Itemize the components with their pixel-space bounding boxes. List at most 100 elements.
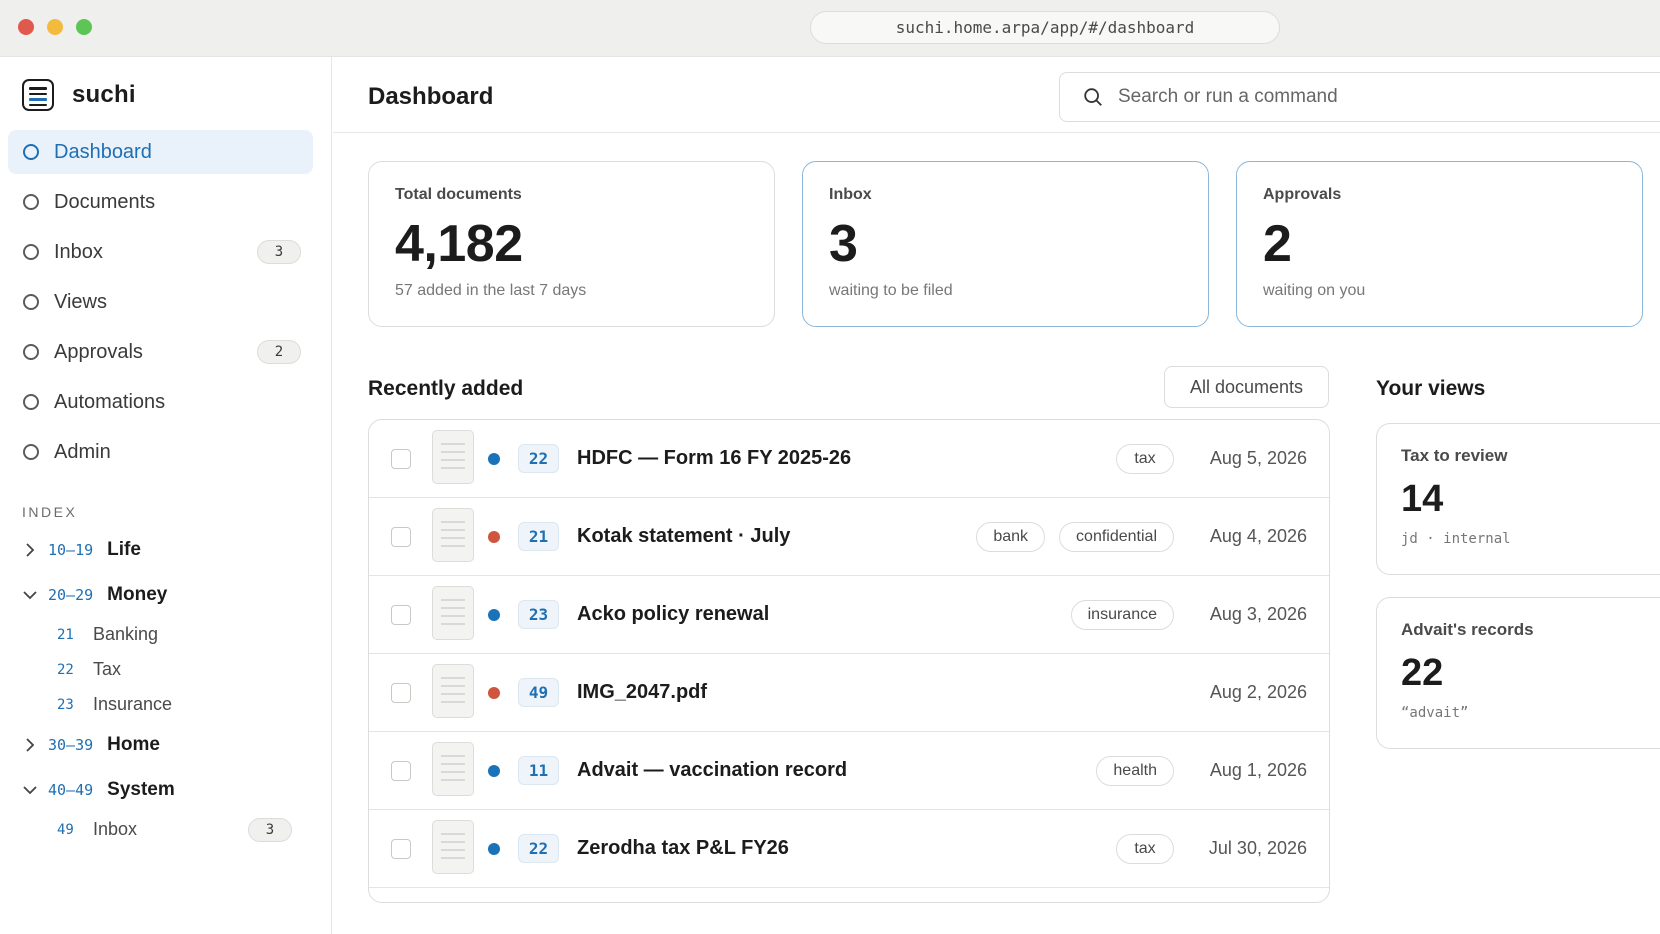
tag-chip[interactable]: tax xyxy=(1116,833,1174,864)
tag-chip[interactable]: tax xyxy=(1116,443,1174,474)
status-dot xyxy=(488,764,500,777)
index-heading: INDEX xyxy=(22,504,78,520)
stat-card-total-documents[interactable]: Total documents 4,182 57 added in the last… xyxy=(368,161,775,327)
stat-card-inbox[interactable]: Inbox 3 waiting to be filed xyxy=(802,161,1209,327)
category-code: 49 xyxy=(57,821,74,838)
index-area-home[interactable]: 30–39 Home xyxy=(22,722,312,767)
category-code-badge: 11 xyxy=(518,756,559,785)
your-views-heading: Your views xyxy=(1376,377,1486,400)
document-row[interactable]: 23 Acko policy renewal insurance Aug 3, 202… xyxy=(369,576,1329,654)
nav-item-inbox[interactable]: Inbox 3 xyxy=(8,230,313,274)
document-title[interactable]: Zerodha tax P&L FY26 xyxy=(577,837,789,860)
category-code-badge: 22 xyxy=(518,444,559,473)
circle-icon xyxy=(23,194,39,210)
view-count: 22 xyxy=(1401,652,1444,694)
view-title: Advait's records xyxy=(1401,620,1534,639)
document-title[interactable]: IMG_2047.pdf xyxy=(577,681,707,704)
area-range: 20–29 xyxy=(48,585,94,604)
search-input[interactable] xyxy=(1118,86,1618,108)
row-checkbox[interactable] xyxy=(391,682,411,703)
area-name: Home xyxy=(107,733,160,755)
nav-item-approvals[interactable]: Approvals 2 xyxy=(8,330,313,374)
category-code: 23 xyxy=(57,696,74,713)
index-category-insurance[interactable]: 23 Insurance xyxy=(22,687,312,722)
index-category-banking[interactable]: 21 Banking xyxy=(22,617,312,652)
row-checkbox[interactable] xyxy=(391,760,411,781)
document-title[interactable]: Advait — vaccination record xyxy=(577,759,847,782)
category-name: Tax xyxy=(93,659,122,679)
view-card-advait-s-records[interactable]: Advait's records 22 “advait” xyxy=(1376,597,1660,749)
window-titlebar: suchi.home.arpa/app/#/dashboard xyxy=(0,0,1660,57)
document-title[interactable]: HDFC — Form 16 FY 2025-26 xyxy=(577,447,851,470)
tag-chip[interactable]: confidential xyxy=(1059,521,1174,552)
index-category-inbox[interactable]: 49 Inbox 3 xyxy=(22,812,312,847)
tag-list: bank confidential xyxy=(976,521,1174,552)
stat-value: 3 xyxy=(829,215,858,273)
nav-item-automations[interactable]: Automations xyxy=(8,380,313,424)
document-row[interactable]: 22 Zerodha tax P&L FY26 tax Jul 30, 2026 xyxy=(369,810,1329,888)
tag-list: insurance xyxy=(1070,599,1174,630)
view-card-tax-to-review[interactable]: Tax to review 14 jd · internal xyxy=(1376,423,1660,575)
chevron-right-icon[interactable] xyxy=(22,542,38,558)
index-area-system[interactable]: 40–49 System xyxy=(22,767,312,812)
category-code: 22 xyxy=(57,661,74,678)
tag-list: health xyxy=(1096,755,1174,786)
status-dot xyxy=(488,608,500,621)
chevron-right-icon[interactable] xyxy=(22,737,38,753)
tag-chip[interactable]: insurance xyxy=(1070,599,1174,630)
chevron-down-icon[interactable] xyxy=(22,587,38,603)
category-code-badge: 22 xyxy=(518,834,559,863)
status-dot xyxy=(488,530,500,543)
document-row[interactable]: 11 Advait — vaccination record health Aug 1… xyxy=(369,732,1329,810)
document-date: Aug 1, 2026 xyxy=(1209,760,1307,780)
row-checkbox[interactable] xyxy=(391,838,411,859)
minimize-window-button[interactable] xyxy=(47,19,63,35)
category-name: Insurance xyxy=(93,694,173,714)
circle-icon xyxy=(23,144,39,160)
document-date: Aug 3, 2026 xyxy=(1209,604,1307,624)
index-tree: 10–19 Life 20–29 Money 21 Banking 22 Tax 23 Insur… xyxy=(22,527,312,847)
stat-card-approvals[interactable]: Approvals 2 waiting on you xyxy=(1236,161,1643,327)
all-documents-button[interactable]: All documents xyxy=(1164,366,1329,408)
tag-chip[interactable]: health xyxy=(1096,755,1174,786)
document-title[interactable]: Kotak statement · July xyxy=(577,525,790,548)
close-window-button[interactable] xyxy=(18,19,34,35)
category-code: 21 xyxy=(57,626,74,643)
area-name: System xyxy=(107,778,175,800)
document-title[interactable]: Acko policy renewal xyxy=(577,603,769,626)
nav-item-views[interactable]: Views xyxy=(8,280,313,324)
area-range: 10–19 xyxy=(48,540,94,559)
count-badge: 2 xyxy=(257,340,301,364)
status-dot xyxy=(488,686,500,699)
address-bar[interactable]: suchi.home.arpa/app/#/dashboard xyxy=(810,11,1280,44)
app-name: suchi xyxy=(72,81,136,108)
document-row[interactable]: 49 IMG_2047.pdf Aug 2, 2026 xyxy=(369,654,1329,732)
stat-note: 57 added in the last 7 days xyxy=(395,282,587,299)
nav-item-label: Admin xyxy=(54,440,111,463)
row-checkbox[interactable] xyxy=(391,604,411,625)
index-category-tax[interactable]: 22 Tax xyxy=(22,652,312,687)
search-box[interactable] xyxy=(1059,72,1660,122)
document-row[interactable]: 21 Kotak statement · July bank confidential… xyxy=(369,498,1329,576)
document-thumbnail xyxy=(432,508,474,562)
category-name: Inbox xyxy=(93,819,138,839)
document-date: Aug 2, 2026 xyxy=(1209,682,1307,702)
stat-value: 4,182 xyxy=(395,215,523,273)
nav-item-dashboard[interactable]: Dashboard xyxy=(8,130,313,174)
row-checkbox[interactable] xyxy=(391,448,411,469)
nav-item-admin[interactable]: Admin xyxy=(8,430,313,474)
nav-item-label: Inbox xyxy=(54,240,103,263)
nav-item-label: Views xyxy=(54,290,107,313)
chevron-down-icon[interactable] xyxy=(22,782,38,798)
brand[interactable]: suchi xyxy=(22,79,136,111)
document-date: Jul 30, 2026 xyxy=(1208,838,1307,858)
status-dot xyxy=(488,452,500,465)
nav-item-documents[interactable]: Documents xyxy=(8,180,313,224)
maximize-window-button[interactable] xyxy=(76,19,92,35)
category-code-badge: 49 xyxy=(518,678,559,707)
index-area-life[interactable]: 10–19 Life xyxy=(22,527,312,572)
tag-chip[interactable]: bank xyxy=(976,521,1046,552)
index-area-money[interactable]: 20–29 Money xyxy=(22,572,312,617)
document-row[interactable]: 22 HDFC — Form 16 FY 2025-26 tax Aug 5, 202… xyxy=(369,420,1329,498)
row-checkbox[interactable] xyxy=(391,526,411,547)
